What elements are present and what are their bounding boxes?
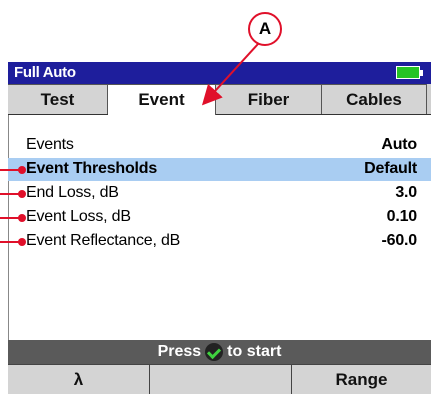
status-suffix: to start: [227, 343, 282, 360]
status-prefix: Press: [157, 343, 202, 360]
setting-label: Event Thresholds: [26, 160, 158, 177]
setting-label: Events: [26, 136, 74, 153]
setting-row-end-loss[interactable]: End Loss, dB 3.0: [8, 182, 431, 205]
status-bar: Press to start: [8, 340, 431, 364]
softkey-range[interactable]: Range: [292, 365, 431, 394]
setting-row-event-thresholds[interactable]: Event Thresholds Default: [8, 158, 431, 181]
setting-value: 0.10: [386, 208, 418, 225]
setting-label: Event Loss, dB: [26, 208, 131, 225]
title-bar: Full Auto: [8, 62, 431, 84]
setting-row-events[interactable]: Events Auto: [8, 134, 431, 157]
battery-icon: [396, 66, 420, 79]
setting-value: Auto: [381, 136, 417, 153]
check-icon: [205, 343, 224, 361]
setting-row-event-loss[interactable]: Event Loss, dB 0.10: [8, 206, 431, 229]
callout-dot: [18, 214, 26, 222]
setting-value: -60.0: [381, 232, 418, 249]
tab-bar: Test Event Fiber Cables: [8, 84, 431, 115]
callout-dot: [18, 238, 26, 246]
tab-cables[interactable]: Cables: [322, 84, 427, 114]
callout-dot: [18, 166, 26, 174]
softkey-wavelength[interactable]: λ: [8, 365, 150, 394]
page-title: Full Auto: [14, 64, 76, 81]
setting-label: Event Reflectance, dB: [26, 232, 181, 249]
setting-value: Default: [364, 160, 417, 177]
callout-a: A: [248, 12, 282, 46]
tab-test[interactable]: Test: [8, 84, 108, 114]
setting-row-event-reflectance[interactable]: Event Reflectance, dB -60.0: [8, 230, 431, 253]
callout-dot: [18, 190, 26, 198]
tab-fiber[interactable]: Fiber: [216, 84, 322, 114]
setting-label: End Loss, dB: [26, 184, 119, 201]
setting-value: 3.0: [395, 184, 417, 201]
softkey-blank[interactable]: [150, 365, 292, 394]
battery-tip: [420, 70, 423, 76]
tab-event[interactable]: Event: [108, 84, 216, 115]
softkey-bar: λ Range: [8, 364, 431, 394]
